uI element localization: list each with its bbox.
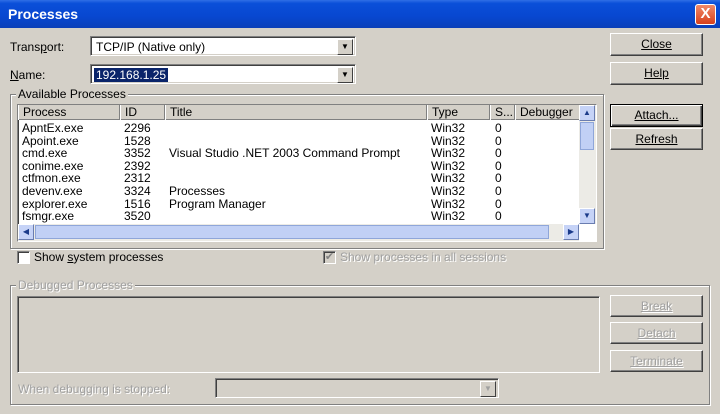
- show-all-sessions-label: Show processes in all sessions: [340, 250, 507, 264]
- cell-process: cmd.exe: [22, 146, 68, 161]
- table-row[interactable]: ApntEx.exe 2296 Win32 0: [18, 122, 581, 134]
- transport-select[interactable]: TCP/IP (Native only) ▼: [90, 36, 356, 56]
- table-row[interactable]: fsmgr.exe 3520 Win32 0: [18, 210, 581, 222]
- cell-id: 2392: [124, 158, 151, 173]
- cell-s: 0: [495, 209, 502, 224]
- cell-process: conime.exe: [22, 158, 84, 173]
- cell-process: Apoint.exe: [22, 133, 79, 148]
- cell-s: 0: [495, 146, 502, 161]
- cell-id: 3520: [124, 209, 151, 224]
- horizontal-scroll-thumb[interactable]: [35, 225, 549, 239]
- cell-type: Win32: [431, 133, 466, 148]
- cell-id: 1516: [124, 196, 151, 211]
- scroll-up-icon[interactable]: ▲: [579, 105, 595, 121]
- table-row[interactable]: Apoint.exe 1528 Win32 0: [18, 135, 581, 147]
- table-row[interactable]: ctfmon.exe 2312 Win32 0: [18, 172, 581, 184]
- chevron-down-icon[interactable]: ▼: [337, 39, 353, 55]
- col-debugger[interactable]: Debugger: [515, 105, 581, 120]
- table-row[interactable]: explorer.exe 1516 Program Manager Win32 0: [18, 198, 581, 210]
- col-session[interactable]: S...: [490, 105, 515, 120]
- cell-s: 0: [495, 158, 502, 173]
- cell-id: 3324: [124, 184, 151, 198]
- detach-button[interactable]: Detach: [610, 322, 703, 344]
- table-row[interactable]: conime.exe 2392 Win32 0: [18, 160, 581, 172]
- name-label: Name:: [10, 68, 46, 82]
- cell-id: 2312: [124, 171, 151, 186]
- cell-title: Visual Studio .NET 2003 Command Prompt: [169, 146, 401, 161]
- cell-type: Win32: [431, 122, 466, 135]
- terminate-button[interactable]: Terminate: [610, 350, 703, 372]
- checkmark-icon: ✔: [324, 251, 335, 263]
- cell-type: Win32: [431, 146, 466, 161]
- title-bar: Processes: [0, 0, 720, 28]
- cell-type: Win32: [431, 158, 466, 173]
- transport-value: TCP/IP (Native only): [96, 40, 206, 54]
- process-list[interactable]: Process ID Title Type S... Debugger Apnt…: [17, 104, 597, 242]
- cell-id: 3352: [124, 146, 151, 161]
- break-button[interactable]: Break: [610, 295, 703, 317]
- chevron-down-icon[interactable]: ▼: [337, 67, 353, 83]
- col-process[interactable]: Process: [18, 105, 120, 120]
- debugged-processes-title: Debugged Processes: [16, 278, 135, 292]
- cell-type: Win32: [431, 171, 466, 186]
- table-row[interactable]: devenv.exe 3324 Processes Win32 0: [18, 185, 581, 197]
- cell-s: 0: [495, 196, 502, 211]
- close-button[interactable]: Close: [610, 33, 703, 56]
- scroll-down-icon[interactable]: ▼: [579, 208, 595, 224]
- list-header: Process ID Title Type S... Debugger: [18, 105, 581, 120]
- scroll-right-icon[interactable]: ▶: [563, 224, 579, 240]
- table-row[interactable]: cmd.exe 3352 Visual Studio .NET 2003 Comma…: [18, 147, 581, 159]
- cell-type: Win32: [431, 196, 466, 211]
- show-system-processes-label[interactable]: Show system processes: [34, 250, 163, 264]
- cell-process: fsmgr.exe: [22, 209, 75, 224]
- help-button[interactable]: Help: [610, 62, 703, 85]
- cell-process: explorer.exe: [22, 196, 88, 211]
- name-input[interactable]: 192.168.1.25: [94, 68, 169, 82]
- cell-title: Program Manager: [169, 196, 266, 211]
- list-rows: ApntEx.exe 2296 Win32 0 Apoint.exe 1528 Win32 0…: [18, 122, 581, 226]
- refresh-button[interactable]: Refresh: [610, 128, 703, 150]
- transport-label: Transport:: [10, 40, 65, 54]
- debugged-process-list[interactable]: [17, 296, 600, 373]
- show-system-processes-checkbox[interactable]: [17, 251, 30, 264]
- horizontal-scrollbar[interactable]: ◀ ▶: [18, 224, 579, 241]
- when-stopped-label: When debugging is stopped:: [18, 382, 171, 396]
- cell-id: 1528: [124, 133, 151, 148]
- chevron-down-icon[interactable]: ▼: [480, 381, 496, 397]
- cell-s: 0: [495, 171, 502, 186]
- available-processes-title: Available Processes: [16, 87, 128, 101]
- vertical-scroll-thumb[interactable]: [580, 122, 594, 150]
- vertical-scrollbar[interactable]: ▲ ▼: [579, 105, 596, 224]
- show-all-sessions-checkbox[interactable]: ✔: [323, 251, 336, 264]
- when-stopped-select[interactable]: ▼: [215, 378, 499, 398]
- cell-type: Win32: [431, 209, 466, 224]
- cell-s: 0: [495, 133, 502, 148]
- cell-process: ApntEx.exe: [22, 122, 84, 135]
- cell-type: Win32: [431, 184, 466, 198]
- window-title: Processes: [8, 6, 79, 22]
- cell-title: Processes: [169, 184, 226, 198]
- scroll-left-icon[interactable]: ◀: [18, 224, 34, 240]
- cell-process: devenv.exe: [22, 184, 83, 198]
- attach-button[interactable]: Attach...: [610, 104, 703, 127]
- cell-s: 0: [495, 184, 502, 198]
- col-title[interactable]: Title: [165, 105, 427, 120]
- cell-id: 2296: [124, 122, 151, 135]
- col-id[interactable]: ID: [120, 105, 165, 120]
- cell-process: ctfmon.exe: [22, 171, 81, 186]
- cell-s: 0: [495, 122, 502, 135]
- col-type[interactable]: Type: [427, 105, 490, 120]
- name-combo[interactable]: 192.168.1.25 ▼: [90, 64, 356, 84]
- window-close-button[interactable]: X: [695, 4, 716, 25]
